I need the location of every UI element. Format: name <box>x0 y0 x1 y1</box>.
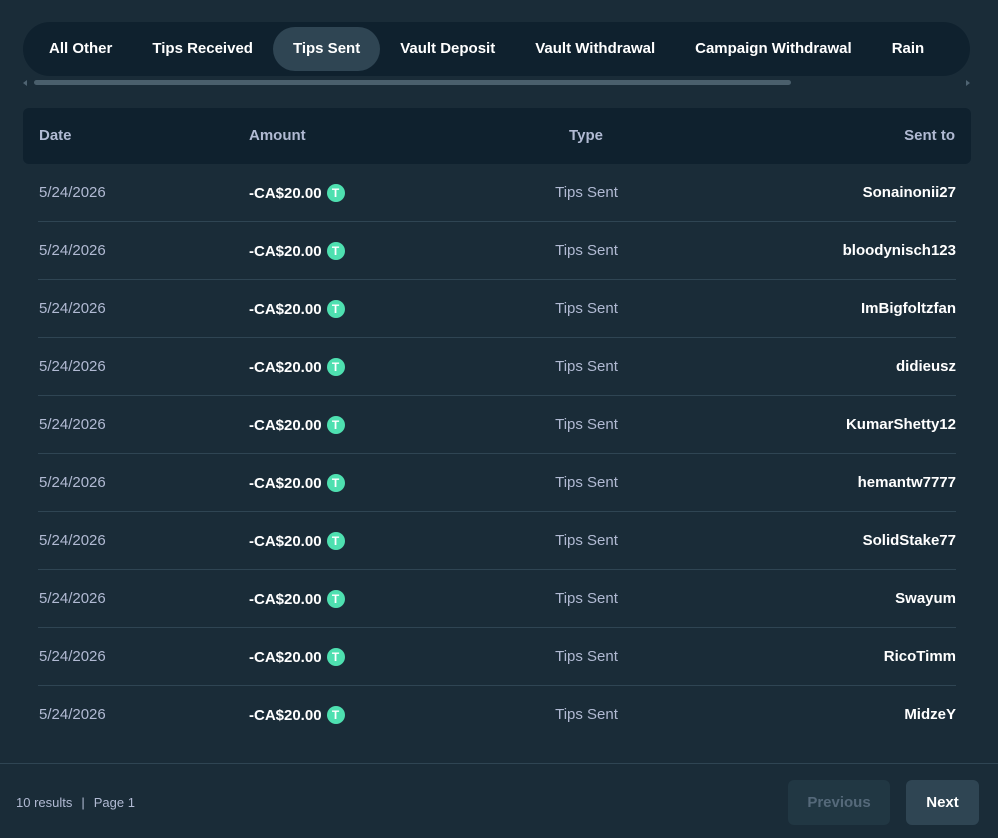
tab-list: All Other Tips Received Tips Sent Vault Dep… <box>23 22 970 76</box>
row-sent-to[interactable]: didieusz <box>896 338 956 396</box>
table-row: 5/24/2026 -CA$20.00 T Tips Sent KumarShetty1… <box>38 396 956 454</box>
previous-button[interactable]: Previous <box>788 780 890 825</box>
row-type: Tips Sent <box>555 300 618 317</box>
row-type: Tips Sent <box>555 532 618 549</box>
row-type: Tips Sent <box>555 590 618 607</box>
table-row: 5/24/2026 -CA$20.00 T Tips Sent MidzeY <box>38 686 956 744</box>
results-summary: 10 results | Page 1 <box>16 795 135 810</box>
table-body: 5/24/2026 -CA$20.00 T Tips Sent Sonainonii27… <box>38 164 956 744</box>
row-sent-to[interactable]: KumarShetty12 <box>846 396 956 454</box>
row-type: Tips Sent <box>555 184 618 201</box>
scroll-right-icon[interactable] <box>966 80 970 86</box>
table-row: 5/24/2026 -CA$20.00 T Tips Sent ImBigfoltzfa… <box>38 280 956 338</box>
row-sent-to[interactable]: Sonainonii27 <box>863 164 956 222</box>
row-type: Tips Sent <box>555 358 618 375</box>
table-row: 5/24/2026 -CA$20.00 T Tips Sent RicoTimm <box>38 628 956 686</box>
table-row: 5/24/2026 -CA$20.00 T Tips Sent Sonainonii27 <box>38 164 956 222</box>
tab-vault-deposit[interactable]: Vault Deposit <box>380 27 515 71</box>
table-row: 5/24/2026 -CA$20.00 T Tips Sent hemantw7777 <box>38 454 956 512</box>
table-row: 5/24/2026 -CA$20.00 T Tips Sent SolidStake77 <box>38 512 956 570</box>
tab-tips-sent[interactable]: Tips Sent <box>272 27 381 71</box>
page-indicator: Page 1 <box>93 795 135 810</box>
results-separator: | <box>81 795 85 810</box>
row-sent-to[interactable]: MidzeY <box>904 686 956 744</box>
tab-rain[interactable]: Rain <box>872 27 945 71</box>
table-row: 5/24/2026 -CA$20.00 T Tips Sent bloodynisch1… <box>38 222 956 280</box>
tab-scrollbar[interactable] <box>23 78 970 88</box>
header-type: Type <box>569 127 603 144</box>
scroll-left-icon[interactable] <box>23 80 27 86</box>
scrollbar-thumb[interactable] <box>34 80 791 85</box>
results-count: 10 results <box>16 795 73 810</box>
header-sent-to: Sent to <box>904 127 955 144</box>
footer-divider <box>0 763 998 764</box>
tab-campaign-withdrawal[interactable]: Campaign Withdrawal <box>675 27 872 71</box>
row-type: Tips Sent <box>555 706 618 723</box>
table-row: 5/24/2026 -CA$20.00 T Tips Sent Swayum <box>38 570 956 628</box>
row-sent-to[interactable]: RicoTimm <box>884 628 956 686</box>
tab-bar: All Other Tips Received Tips Sent Vault Dep… <box>23 22 970 76</box>
tab-tips-received[interactable]: Tips Received <box>132 27 273 71</box>
row-type: Tips Sent <box>555 648 618 665</box>
row-sent-to[interactable]: ImBigfoltzfan <box>861 280 956 338</box>
row-type: Tips Sent <box>555 474 618 491</box>
table-header: Date Amount Type Sent to <box>23 108 971 164</box>
next-button[interactable]: Next <box>906 780 979 825</box>
row-sent-to[interactable]: Swayum <box>895 570 956 628</box>
tab-all-other[interactable]: All Other <box>29 27 132 71</box>
table-row: 5/24/2026 -CA$20.00 T Tips Sent didieusz <box>38 338 956 396</box>
row-sent-to[interactable]: hemantw7777 <box>858 454 956 512</box>
row-sent-to[interactable]: bloodynisch123 <box>843 222 956 280</box>
tab-vault-withdrawal[interactable]: Vault Withdrawal <box>515 27 675 71</box>
row-sent-to[interactable]: SolidStake77 <box>863 512 956 570</box>
